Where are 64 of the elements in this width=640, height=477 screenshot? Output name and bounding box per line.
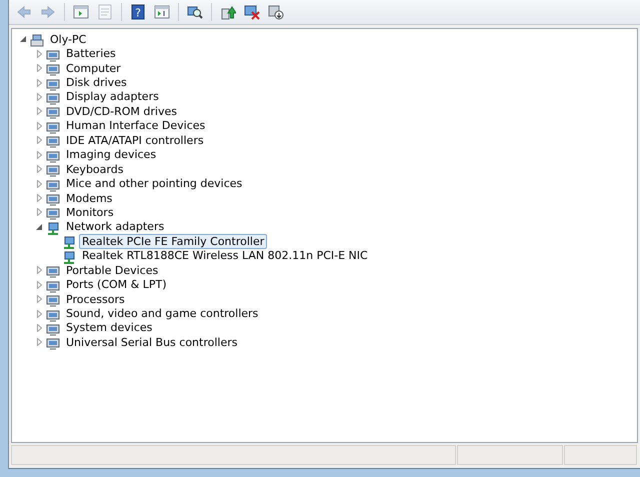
expand-arrow-icon[interactable] [34,120,44,131]
expand-arrow-icon[interactable] [34,150,44,160]
expand-arrow-icon[interactable] [34,322,44,333]
tree-item[interactable]: Computer [63,60,124,76]
tree-item[interactable]: Realtek PCIe FE Family Controller [79,234,268,249]
expand-arrow-icon[interactable] [34,164,44,174]
device-icon [46,104,60,118]
tree-item[interactable]: Modems [63,190,116,206]
device-icon [46,292,60,306]
tree-item[interactable]: Network adapters [63,219,168,234]
collapse-arrow-icon[interactable] [34,222,44,232]
expand-arrow-icon[interactable] [34,135,44,146]
expand-arrow-icon[interactable] [34,294,44,304]
device-icon [46,62,60,75]
device-icon [46,336,60,349]
window-icon [73,4,89,20]
tree-item[interactable]: Disk drives [63,75,130,90]
update-icon [220,4,236,20]
expand-arrow-icon[interactable] [34,207,44,218]
expand-arrow-icon[interactable] [34,92,44,102]
disable-icon [244,4,260,20]
tree-item[interactable]: IDE ATA/ATAPI controllers [63,132,207,148]
scan-icon [187,4,203,20]
device-icon [46,162,60,176]
tree-item[interactable]: Imaging devices [63,147,160,162]
tree-item[interactable]: Ports (COM & LPT) [63,277,170,292]
expand-arrow-icon[interactable] [34,78,44,88]
expand-arrow-icon[interactable] [34,48,44,59]
computer-icon [30,32,44,46]
window-icon [154,4,170,20]
network-adapter-icon [62,234,76,248]
tree-item[interactable]: System devices [63,320,156,336]
tree-item[interactable]: Realtek RTL8188CE Wireless LAN 802.11n PCI-E NIC [79,248,371,264]
expand-arrow-icon[interactable] [34,106,44,116]
expand-arrow-icon[interactable] [34,308,44,319]
expand-arrow-icon[interactable] [34,337,44,348]
tree-item[interactable]: Mice and other pointing devices [63,176,246,192]
expand-arrow-icon[interactable] [34,193,44,204]
collapse-arrow-icon[interactable] [18,34,28,44]
expand-arrow-icon[interactable] [34,265,44,276]
device-icon [46,264,60,277]
device-icon [46,206,60,219]
network-adapter-icon [62,249,76,262]
back-arrow-icon [16,4,32,20]
tree-item[interactable]: DVD/CD-ROM drives [63,104,180,119]
forward-arrow-icon [40,4,56,20]
expand-arrow-icon[interactable] [34,178,44,189]
device-icon [46,192,60,205]
network-adapter-icon [46,220,60,234]
tree-item[interactable]: Display adapters [63,89,162,104]
tree-item[interactable]: Keyboards [63,162,126,177]
properties-icon [97,4,113,20]
tree-item[interactable]: Monitors [63,204,117,220]
tree-item[interactable]: Sound, video and game controllers [63,306,262,322]
expand-arrow-icon[interactable] [34,280,44,290]
device-icon [46,134,60,147]
tree-item[interactable]: Processors [63,292,128,307]
expand-arrow-icon[interactable] [34,63,44,74]
tree-item[interactable]: Universal Serial Bus controllers [63,334,240,350]
tree-item[interactable]: Oly-PC [47,32,90,47]
tree-item[interactable]: Human Interface Devices [63,118,208,134]
uninstall-icon [268,4,284,20]
tree-item[interactable]: Portable Devices [63,262,162,278]
tree-item[interactable]: Batteries [63,46,119,62]
